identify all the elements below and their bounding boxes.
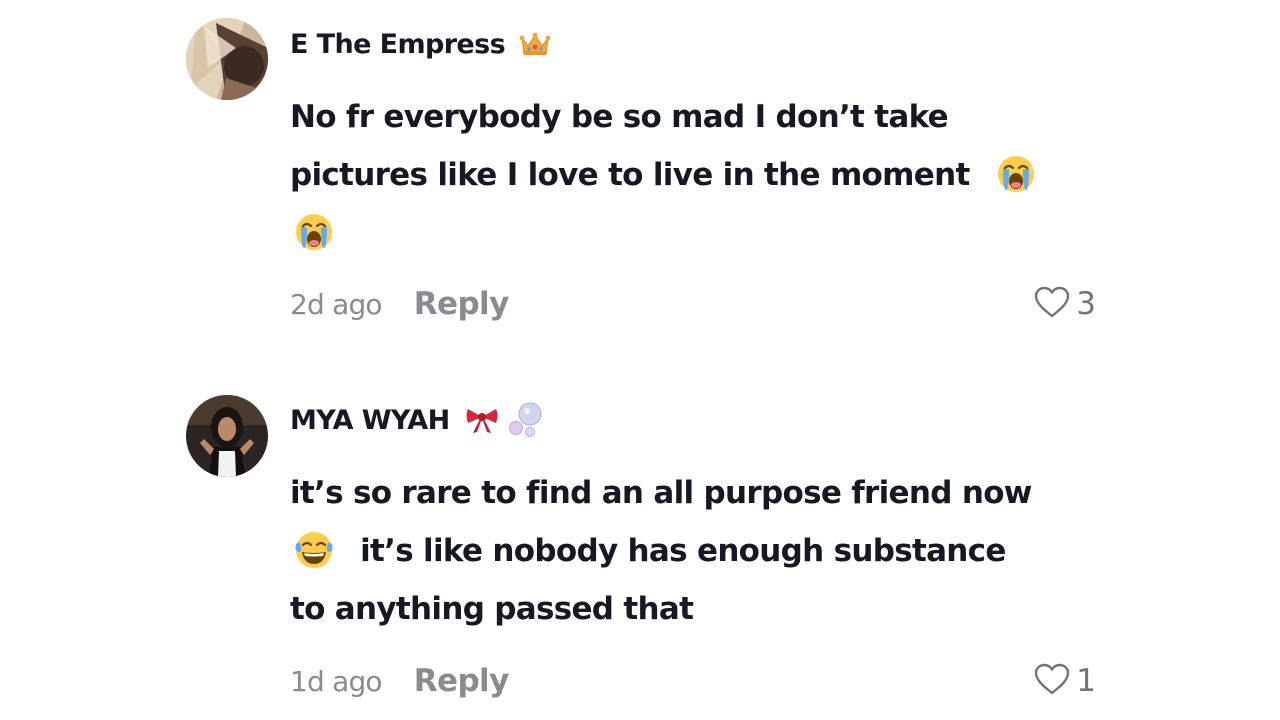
bubbles-emoji-icon [508, 401, 544, 439]
comment-line: to anything passed that [290, 591, 694, 627]
face-with-tears-of-joy-icon [294, 530, 334, 570]
like-button[interactable]: 1 [1034, 658, 1096, 704]
comment-meta: 1d ago Reply [290, 658, 509, 704]
username-row: E The Empress [290, 24, 551, 64]
ribbon-emoji-icon [464, 405, 500, 435]
username-row: MYA WYAH [290, 400, 544, 440]
avatar[interactable] [186, 18, 268, 100]
like-button[interactable]: 3 [1034, 281, 1096, 327]
comment-line-emoji-only [290, 204, 1110, 262]
comment-line-with-emoji: it’s like nobody has enough substance [290, 522, 1110, 580]
comment-meta: 2d ago Reply [290, 281, 509, 327]
heart-outline-icon[interactable] [1034, 286, 1070, 322]
comment-text: No fr everybody be so mad I don’t take p… [290, 88, 1110, 262]
like-count: 1 [1076, 663, 1096, 699]
comment-line-with-emoji: pictures like I love to live in the mome… [290, 146, 1110, 204]
loudly-crying-face-icon [996, 154, 1036, 194]
reply-button[interactable]: Reply [414, 663, 510, 699]
heart-outline-icon[interactable] [1034, 663, 1070, 699]
loudly-crying-face-icon [294, 212, 334, 252]
avatar[interactable] [186, 395, 268, 477]
username[interactable]: MYA WYAH [290, 405, 450, 436]
comment-text: it’s so rare to find an all purpose frie… [290, 464, 1110, 638]
timestamp: 1d ago [290, 664, 383, 698]
reply-button[interactable]: Reply [414, 286, 510, 322]
comment-line: pictures like I love to live in the mome… [290, 157, 970, 193]
comment-line: it’s like nobody has enough substance [360, 533, 1006, 569]
timestamp: 2d ago [290, 287, 383, 321]
crown-emoji-icon [519, 30, 551, 58]
comment-line: No fr everybody be so mad I don’t take [290, 99, 949, 135]
comment-line: it’s so rare to find an all purpose frie… [290, 475, 1032, 511]
like-count: 3 [1076, 286, 1096, 322]
username[interactable]: E The Empress [290, 29, 506, 60]
